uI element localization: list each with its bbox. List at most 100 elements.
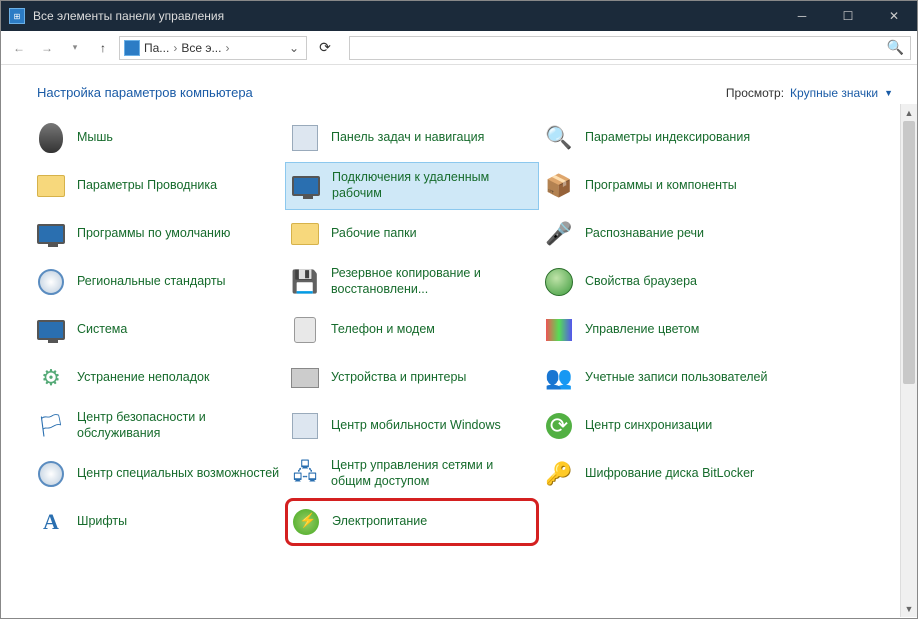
item-sync-center[interactable]: ⟳ Центр синхронизации: [539, 402, 793, 450]
items-grid: Мышь Панель задач и навигация 🔍 Параметр…: [1, 104, 917, 556]
item-label: Центр безопасности и обслуживания: [77, 410, 281, 441]
title-bar: ⊞ Все элементы панели управления ─ ☐ ✕: [1, 1, 917, 31]
view-by-value: Крупные значки: [790, 86, 878, 100]
sync-icon: ⟳: [543, 410, 575, 442]
item-default-programs[interactable]: Программы по умолчанию: [31, 210, 285, 258]
control-panel-icon: ⊞: [9, 8, 25, 24]
scroll-thumb[interactable]: [903, 121, 915, 384]
scroll-down-button[interactable]: ▼: [901, 600, 917, 617]
work-folders-icon: [289, 218, 321, 250]
search-box[interactable]: 🔍: [349, 36, 911, 60]
item-system[interactable]: Система: [31, 306, 285, 354]
item-indexing[interactable]: 🔍 Параметры индексирования: [539, 114, 793, 162]
item-label: Система: [77, 322, 127, 338]
item-remote-desktop[interactable]: Подключения к удаленным рабочим: [285, 162, 539, 210]
search-index-icon: 🔍: [543, 122, 575, 154]
item-ease-of-access[interactable]: Центр специальных возможностей: [31, 450, 285, 498]
item-fonts[interactable]: A Шрифты: [31, 498, 285, 546]
item-taskbar[interactable]: Панель задач и навигация: [285, 114, 539, 162]
breadcrumb-2[interactable]: Все э...: [181, 41, 221, 55]
item-label: Мышь: [77, 130, 113, 146]
vertical-scrollbar[interactable]: ▲ ▼: [900, 104, 917, 617]
power-icon: [290, 506, 322, 538]
item-label: Программы и компоненты: [585, 178, 737, 194]
fonts-icon: A: [35, 506, 67, 538]
view-by-label: Просмотр:: [726, 86, 784, 100]
item-label: Учетные записи пользователей: [585, 370, 768, 386]
item-mobility-center[interactable]: Центр мобильности Windows: [285, 402, 539, 450]
item-label: Центр специальных возможностей: [77, 466, 279, 482]
scroll-track[interactable]: [901, 121, 917, 600]
item-label: Устранение неполадок: [77, 370, 209, 386]
view-by-selector[interactable]: Просмотр: Крупные значки ▼: [726, 86, 893, 100]
item-user-accounts[interactable]: 👥 Учетные записи пользователей: [539, 354, 793, 402]
up-button[interactable]: ↑: [91, 36, 115, 60]
item-label: Центр мобильности Windows: [331, 418, 501, 434]
network-icon: 🖧: [289, 458, 321, 490]
item-explorer-options[interactable]: Параметры Проводника: [31, 162, 285, 210]
folder-options-icon: [35, 170, 67, 202]
item-programs[interactable]: 📦 Программы и компоненты: [539, 162, 793, 210]
item-label: Рабочие папки: [331, 226, 417, 242]
item-devices-printers[interactable]: Устройства и принтеры: [285, 354, 539, 402]
system-icon: [35, 314, 67, 346]
search-input[interactable]: [356, 41, 887, 55]
mobility-icon: [289, 410, 321, 442]
item-phone-modem[interactable]: Телефон и модем: [285, 306, 539, 354]
region-icon: [35, 266, 67, 298]
item-label: Распознавание речи: [585, 226, 704, 242]
item-label: Шифрование диска BitLocker: [585, 466, 754, 482]
item-troubleshoot[interactable]: ⚙ Устранение неполадок: [31, 354, 285, 402]
item-power-options[interactable]: Электропитание: [285, 498, 539, 546]
breadcrumb-sep-icon: ›: [173, 41, 177, 55]
content-body: Мышь Панель задач и навигация 🔍 Параметр…: [1, 104, 917, 617]
scroll-up-button[interactable]: ▲: [901, 104, 917, 121]
window-title: Все элементы панели управления: [33, 9, 779, 23]
search-icon: 🔍: [887, 39, 904, 56]
item-label: Центр управления сетями и общим доступом: [331, 458, 535, 489]
item-mouse[interactable]: Мышь: [31, 114, 285, 162]
phone-icon: [289, 314, 321, 346]
item-backup[interactable]: 💾 Резервное копирование и восстановлени.…: [285, 258, 539, 306]
navigation-bar: ← → ▾ ↑ Па... › Все э... › ⌄ ⟳ 🔍: [1, 31, 917, 65]
item-security-center[interactable]: 🏳 Центр безопасности и обслуживания: [31, 402, 285, 450]
item-speech[interactable]: 🎤 Распознавание речи: [539, 210, 793, 258]
key-icon: 🔑: [543, 458, 575, 490]
backup-icon: 💾: [289, 266, 321, 298]
printer-icon: [289, 362, 321, 394]
breadcrumb-1[interactable]: Па...: [144, 41, 169, 55]
item-label: Параметры Проводника: [77, 178, 217, 194]
back-button[interactable]: ←: [7, 36, 31, 60]
item-label: Подключения к удаленным рабочим: [332, 170, 534, 201]
item-network-sharing[interactable]: 🖧 Центр управления сетями и общим доступ…: [285, 450, 539, 498]
color-icon: [543, 314, 575, 346]
item-label: Телефон и модем: [331, 322, 435, 338]
item-internet-options[interactable]: Свойства браузера: [539, 258, 793, 306]
minimize-button[interactable]: ─: [779, 1, 825, 31]
address-bar[interactable]: Па... › Все э... › ⌄: [119, 36, 307, 60]
forward-button[interactable]: →: [35, 36, 59, 60]
page-title: Настройка параметров компьютера: [37, 85, 253, 100]
default-programs-icon: [35, 218, 67, 250]
item-label: Панель задач и навигация: [331, 130, 484, 146]
item-label: Параметры индексирования: [585, 130, 750, 146]
item-label: Электропитание: [332, 514, 427, 530]
accessibility-icon: [35, 458, 67, 490]
window-controls: ─ ☐ ✕: [779, 1, 917, 31]
item-work-folders[interactable]: Рабочие папки: [285, 210, 539, 258]
item-label: Программы по умолчанию: [77, 226, 230, 242]
address-dropdown-icon[interactable]: ⌄: [286, 41, 302, 55]
microphone-icon: 🎤: [543, 218, 575, 250]
content-header: Настройка параметров компьютера Просмотр…: [1, 65, 917, 104]
users-icon: 👥: [543, 362, 575, 394]
chevron-down-icon: ▼: [884, 88, 893, 98]
close-button[interactable]: ✕: [871, 1, 917, 31]
item-bitlocker[interactable]: 🔑 Шифрование диска BitLocker: [539, 450, 793, 498]
breadcrumb-sep-icon: ›: [225, 41, 229, 55]
item-label: Свойства браузера: [585, 274, 697, 290]
maximize-button[interactable]: ☐: [825, 1, 871, 31]
refresh-button[interactable]: ⟳: [311, 36, 339, 60]
item-region[interactable]: Региональные стандарты: [31, 258, 285, 306]
recent-dropdown[interactable]: ▾: [63, 36, 87, 60]
item-color-management[interactable]: Управление цветом: [539, 306, 793, 354]
